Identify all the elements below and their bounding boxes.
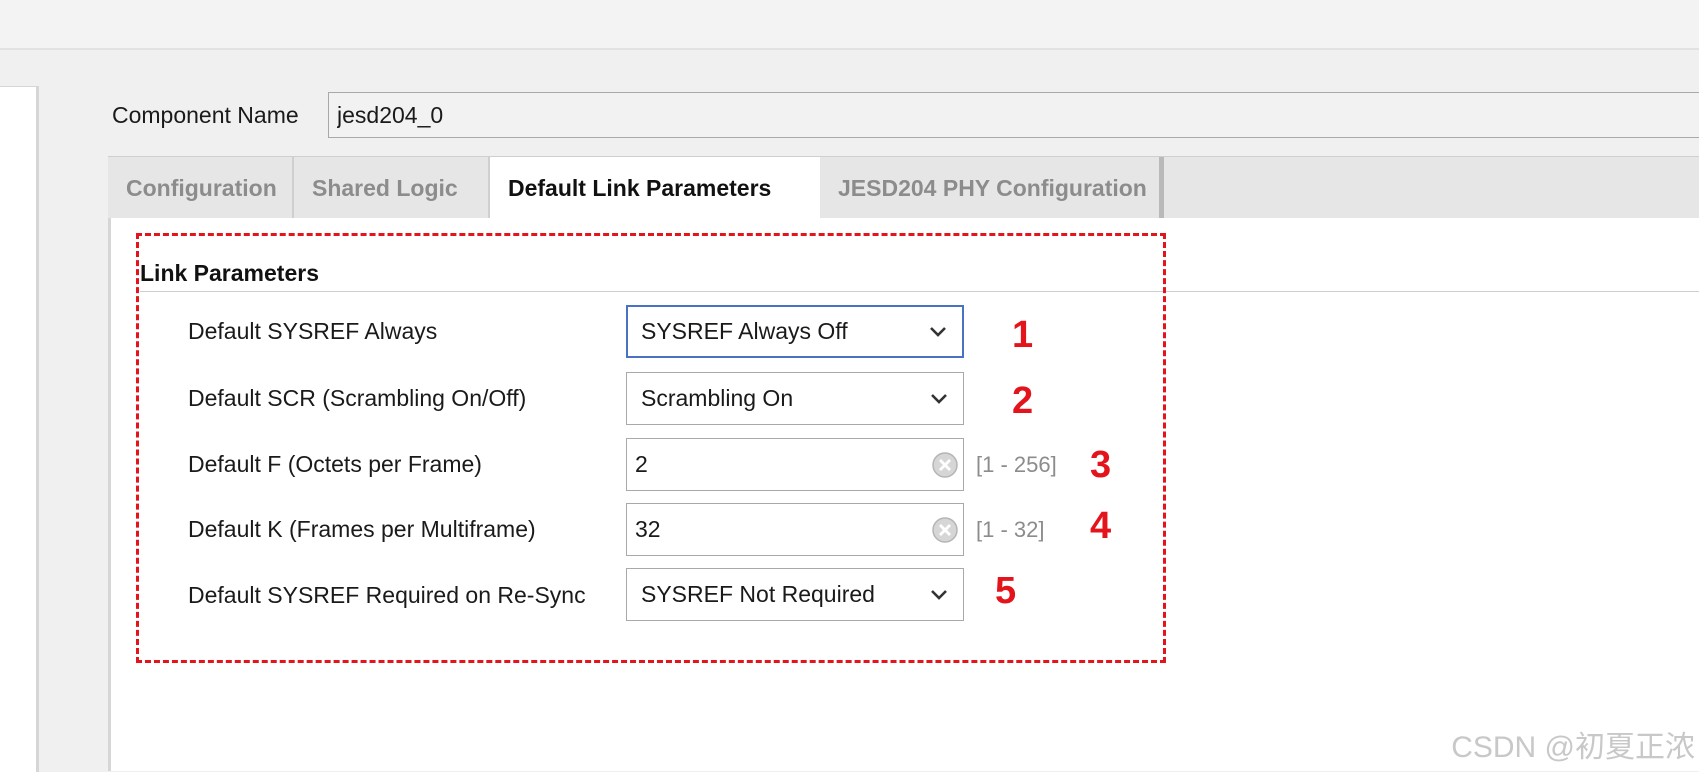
left-panel	[0, 86, 39, 772]
tab-configuration[interactable]: Configuration	[108, 157, 294, 219]
component-name-label: Component Name	[112, 102, 299, 128]
watermark: CSDN @初夏正浓	[1451, 731, 1695, 764]
tab-shared-logic[interactable]: Shared Logic	[294, 157, 490, 219]
highlight-box	[136, 233, 1166, 663]
tab-jesd204-phy-configuration[interactable]: JESD204 PHY Configuration	[820, 157, 1164, 219]
top-toolbar	[0, 0, 1699, 50]
tab-bar: Configuration Shared Logic Default Link …	[108, 156, 1699, 219]
component-name-input[interactable]	[328, 92, 1699, 138]
tab-default-link-parameters[interactable]: Default Link Parameters	[490, 157, 820, 219]
